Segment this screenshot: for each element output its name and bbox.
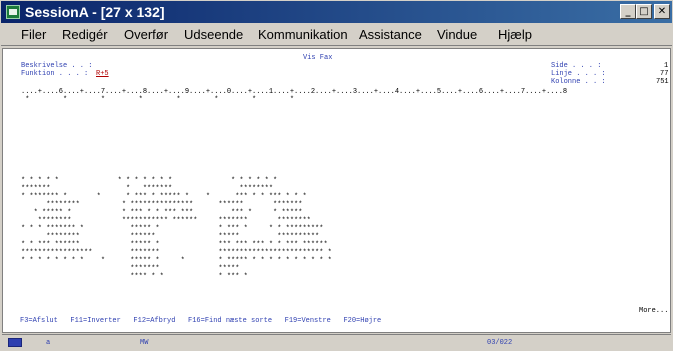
menu-udseende-label: Udseende <box>184 27 244 42</box>
menu-kommunikation-label: Kommunikation <box>258 27 348 42</box>
menu-udseende[interactable]: Udseende <box>184 27 243 42</box>
fax-line: ******** *********** ****** ******* ****… <box>21 217 311 225</box>
menu-vindue[interactable]: Vindue <box>437 27 477 42</box>
kolonne-label: Kolonne . . : <box>551 78 606 86</box>
beskrivelse-label: Beskrivelse . . : <box>21 62 93 70</box>
session-app-icon[interactable] <box>6 5 20 19</box>
menu-hjaelp-label: Hjælp <box>498 27 532 42</box>
menu-filer-label: Filer <box>21 27 47 42</box>
fax-line: ******* * ******* ******** <box>21 185 274 193</box>
fax-line: * * * * * * * * * ***** * * * ***** * * … <box>21 257 332 265</box>
cursor-position: 03/022 <box>487 339 513 347</box>
maximize-button[interactable]: □ <box>636 4 652 19</box>
menu-kommunikation[interactable]: Kommunikation <box>258 27 348 42</box>
linje-value: 77 <box>660 70 669 78</box>
close-button[interactable]: ✕ <box>654 4 670 19</box>
minimize-button[interactable]: _ <box>620 4 636 19</box>
side-label: Side . . . : <box>551 62 602 70</box>
menu-rediger[interactable]: Redigér <box>62 27 108 42</box>
fax-line: * * * * * * * * * * * * * * * * * * <box>21 177 278 185</box>
menu-hjaelp[interactable]: Hjælp <box>498 27 532 42</box>
window-title: SessionA - [27 x 132] <box>25 4 165 20</box>
input-mode: MW <box>140 339 149 347</box>
funktion-value[interactable]: R+5 <box>96 70 109 78</box>
menu-filer[interactable]: Filer <box>21 27 46 42</box>
menu-rediger-label: Redigér <box>62 27 108 42</box>
status-bar: a MW 03/022 <box>2 334 671 350</box>
menu-bar: Filer Redigér Overfør Udseende Kommunika… <box>1 24 672 46</box>
title-bar[interactable]: SessionA - [27 x 132] _ □ ✕ <box>1 1 672 23</box>
fax-line: * ***** * * *** * * *** *** *** * * ****… <box>21 209 303 217</box>
screen-title: Vis Fax <box>303 54 333 62</box>
fax-line: ******* ***** <box>21 265 240 273</box>
fax-line: ******** ****** ***** ********** <box>21 233 320 241</box>
fax-line: **** * * * *** * <box>21 273 248 281</box>
session-letter: a <box>46 339 51 347</box>
menu-overfor[interactable]: Overfør <box>124 27 168 42</box>
more-indicator: More... <box>639 307 669 315</box>
fax-line: ***************** ******* **************… <box>21 249 332 257</box>
side-value: 1 <box>664 62 669 70</box>
kolonne-value: 751 <box>656 78 669 86</box>
ruler-marks: * * * * * * * * <box>21 96 295 104</box>
function-key-legend[interactable]: F3=Afslut F11=Inverter F12=Afbryd F16=Fi… <box>20 317 381 325</box>
session-status-icon <box>8 338 22 347</box>
menu-assistance[interactable]: Assistance <box>359 27 422 42</box>
emulator-window: SessionA - [27 x 132] _ □ ✕ Filer Redigé… <box>0 0 673 351</box>
menu-overfor-label: Overfør <box>124 27 169 42</box>
linje-label: Linje . . . : <box>551 70 606 78</box>
fax-line: ******** * *************** ****** ******… <box>21 201 303 209</box>
fax-line: * ******* * * * *** * ***** * * *** * * … <box>21 193 307 201</box>
menu-assistance-label: Assistance <box>359 27 422 42</box>
fax-line: * * * ******* * ***** * * *** * * * ****… <box>21 225 324 233</box>
fax-line: * * *** ****** ***** * *** *** *** * * *… <box>21 241 328 249</box>
terminal-screen[interactable]: Vis Fax Beskrivelse . . : Funktion . . .… <box>2 48 671 333</box>
menu-vindue-label: Vindue <box>437 27 478 42</box>
funktion-label: Funktion . . . : <box>21 70 89 78</box>
column-ruler: ....+....6....+....7....+....8....+....9… <box>21 88 568 96</box>
